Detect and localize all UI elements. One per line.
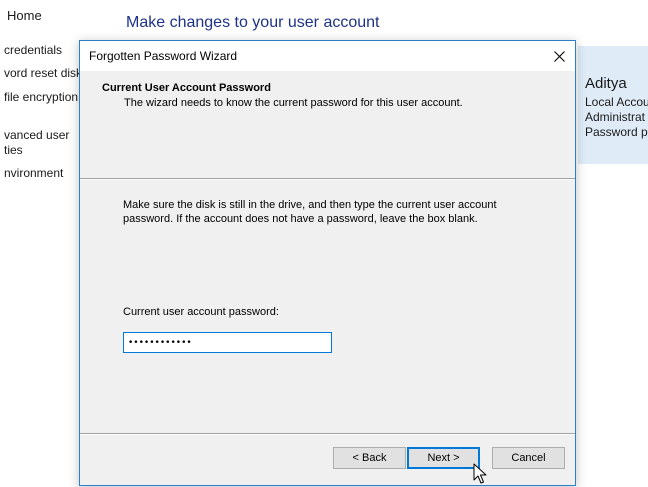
sidebar-link-advanced-user-properties[interactable]: vanced user	[4, 128, 69, 142]
account-type: Local Accou	[585, 95, 648, 109]
sidebar-link-password-reset-disk[interactable]: vord reset disk	[4, 66, 82, 80]
wizard-step-title: Current User Account Password	[102, 82, 271, 94]
sidebar-link-advanced-user-properties-line2[interactable]: ties	[4, 143, 23, 157]
wizard-header: Current User Account Password The wizard…	[80, 71, 575, 178]
footer-divider	[80, 433, 575, 435]
instruction-text: Make sure the disk is still in the drive…	[123, 199, 497, 225]
forgotten-password-wizard-dialog: Forgotten Password Wizard Current User A…	[79, 40, 576, 486]
wizard-step-subtitle: The wizard needs to know the current pas…	[124, 97, 463, 109]
header-divider	[80, 178, 575, 180]
mouse-cursor-icon	[473, 463, 487, 484]
close-button[interactable]	[543, 41, 575, 71]
cancel-button[interactable]: Cancel	[492, 447, 565, 469]
sidebar-link-file-encryption[interactable]: file encryption	[4, 90, 78, 104]
account-role: Administrat	[585, 110, 646, 124]
close-icon	[553, 50, 565, 62]
password-label: Current user account password:	[123, 306, 279, 318]
dialog-title: Forgotten Password Wizard	[89, 49, 238, 63]
home-link[interactable]: Home	[7, 8, 42, 23]
next-button[interactable]: Next >	[407, 447, 480, 469]
back-button[interactable]: < Back	[333, 447, 406, 469]
password-input[interactable]	[123, 332, 332, 353]
account-password-status: Password p	[585, 125, 648, 139]
account-name: Aditya	[585, 75, 627, 92]
page-heading: Make changes to your user account	[126, 14, 380, 31]
sidebar-link-credentials[interactable]: credentials	[4, 43, 62, 57]
dialog-titlebar[interactable]: Forgotten Password Wizard	[80, 41, 575, 71]
sidebar-link-environment[interactable]: nvironment	[4, 166, 63, 180]
